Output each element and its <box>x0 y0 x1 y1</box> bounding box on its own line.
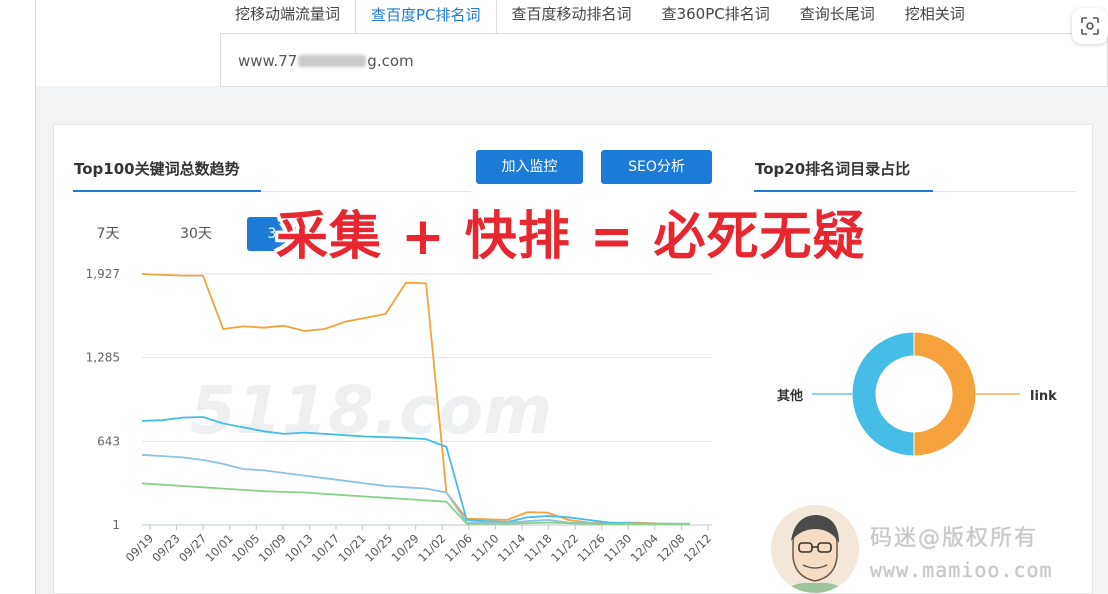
donut-slice-link <box>913 331 977 457</box>
donut-slice-其他 <box>851 331 915 457</box>
overlay-caption: 采集 + 快排 = 必死无疑 <box>276 207 866 267</box>
copyright-line: 码迷@版权所有 <box>870 526 1039 551</box>
directory-donut-chart: 其他 link <box>777 331 1057 457</box>
copyright-url: www.mamioo.com <box>870 558 1053 582</box>
donut-label-link: link <box>1030 389 1057 404</box>
author-avatar <box>771 505 859 593</box>
donut-label-other: 其他 <box>777 388 803 404</box>
copyright-watermark: 码迷@版权所有 www.mamioo.com <box>870 520 1053 582</box>
